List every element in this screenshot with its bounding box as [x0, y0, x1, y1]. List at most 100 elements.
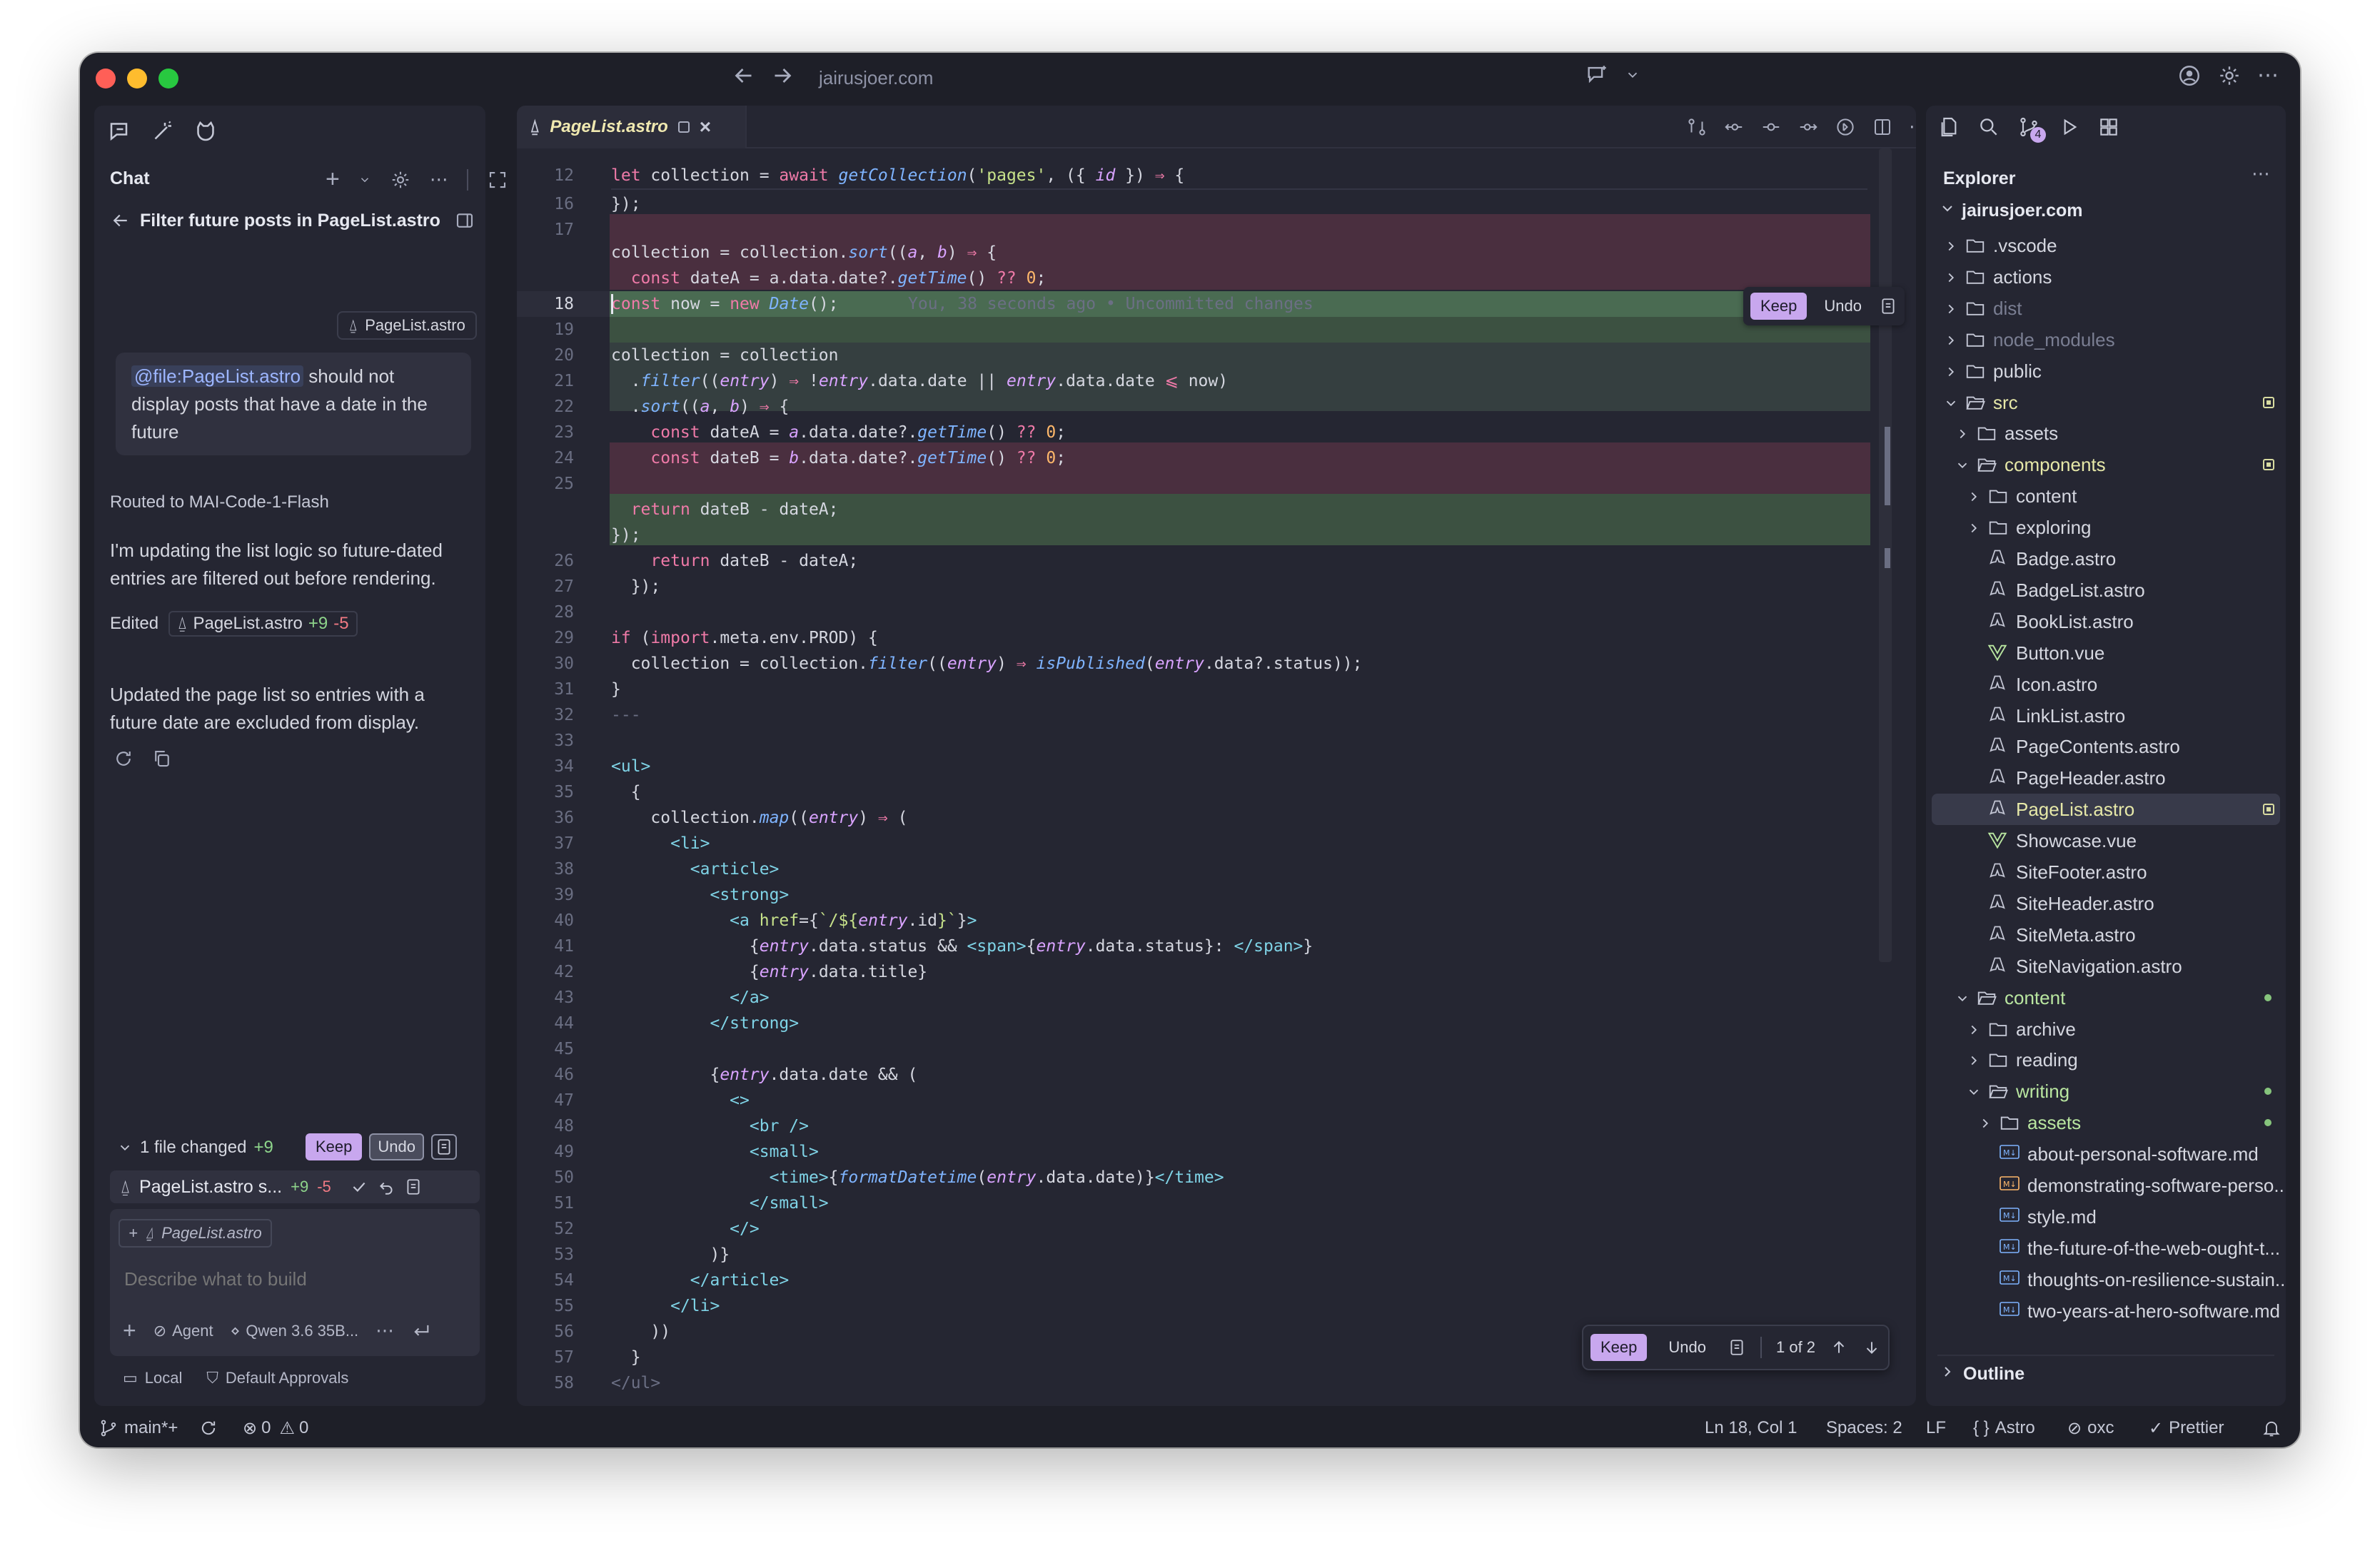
search-icon[interactable]	[1977, 116, 2000, 138]
sync-icon[interactable]	[198, 1418, 218, 1438]
account-icon[interactable]	[2177, 63, 2202, 88]
approvals-toggle[interactable]: ⛉ Default Approvals	[206, 1369, 348, 1387]
undo-icon[interactable]	[377, 1178, 395, 1196]
wand-icon[interactable]	[150, 118, 176, 144]
tree-item[interactable]: SiteNavigation.astro	[1926, 951, 2286, 982]
source-control-icon[interactable]: 4	[2017, 116, 2046, 143]
indentation[interactable]: Spaces: 2	[1826, 1418, 1902, 1438]
local-toggle[interactable]: ▭ Local	[123, 1369, 182, 1387]
tree-item[interactable]: Button.vue	[1926, 637, 2286, 669]
tree-item[interactable]: .vscode	[1926, 230, 2286, 261]
branch-indicator[interactable]: main*+	[99, 1418, 178, 1438]
tree-item[interactable]: SiteHeader.astro	[1926, 888, 2286, 919]
outline-section[interactable]: Outline	[1939, 1363, 2024, 1385]
problems-indicator[interactable]: ⊗ 0 ⚠ 0	[243, 1418, 308, 1439]
more-icon[interactable]: ⋯	[2252, 163, 2270, 185]
undo-all-button[interactable]: Undo	[369, 1133, 424, 1160]
tree-item[interactable]: assets	[1926, 1107, 2286, 1138]
tree-item[interactable]: PageList.astro	[1932, 794, 2280, 826]
tree-item[interactable]: M↓ thoughts-on-resilience-sustain...	[1926, 1264, 2286, 1295]
open-diff-icon[interactable]	[1728, 1338, 1746, 1357]
check-icon[interactable]	[350, 1178, 368, 1196]
files-icon[interactable]	[1937, 116, 1960, 138]
chevron-down-icon[interactable]	[1625, 63, 1640, 87]
window-title[interactable]: jairusjoer.com	[819, 67, 933, 89]
attachment-chip[interactable]: ⍙ PageList.astro	[337, 311, 477, 340]
split-editor-icon[interactable]	[1872, 116, 1893, 138]
tree-item[interactable]: PageContents.astro	[1926, 731, 2286, 762]
forward-arrow-icon[interactable]	[770, 63, 795, 88]
minimize-window-button[interactable]	[127, 69, 147, 88]
close-icon[interactable]: ×	[700, 116, 711, 138]
context-chip[interactable]: + ⍙ PageList.astro	[119, 1219, 272, 1248]
arrow-down-icon[interactable]	[1862, 1338, 1881, 1357]
copy-icon[interactable]	[151, 748, 173, 769]
more-icon[interactable]: ⋯	[2257, 63, 2279, 88]
close-window-button[interactable]	[96, 69, 116, 88]
gear-icon[interactable]	[2217, 63, 2242, 88]
tree-item[interactable]: writing	[1926, 1076, 2286, 1107]
tree-item[interactable]: assets	[1926, 418, 2286, 449]
more-icon[interactable]: ⋯	[1909, 116, 1916, 138]
file-mention[interactable]: @file:PageList.astro	[131, 365, 304, 387]
inline-keep-button[interactable]: Keep	[1750, 293, 1807, 320]
maximize-icon[interactable]	[487, 169, 508, 191]
tree-item[interactable]: public	[1926, 355, 2286, 387]
tree-item[interactable]: reading	[1926, 1044, 2286, 1076]
tree-item[interactable]: archive	[1926, 1013, 2286, 1045]
tree-item[interactable]: M↓ about-personal-software.md	[1926, 1138, 2286, 1170]
tree-item[interactable]: SiteMeta.astro	[1926, 919, 2286, 951]
new-chat-icon[interactable]: +	[326, 166, 340, 193]
keep-button[interactable]: Keep	[1590, 1334, 1648, 1361]
commit-icon[interactable]	[1760, 116, 1782, 138]
tree-item[interactable]: M↓ two-years-at-hero-software.md	[1926, 1295, 2286, 1327]
tab-pagelist[interactable]: ⍙ PageList.astro ×	[517, 106, 747, 148]
mode-picker[interactable]: ⊘ Agent	[153, 1322, 213, 1340]
inline-undo-button[interactable]: Undo	[1817, 293, 1869, 320]
gear-icon[interactable]	[390, 169, 411, 191]
tree-item[interactable]: SiteFooter.astro	[1926, 856, 2286, 888]
extensions-icon[interactable]	[2097, 116, 2120, 138]
tree-item[interactable]: exploring	[1926, 512, 2286, 543]
undo-button[interactable]: Undo	[1661, 1334, 1713, 1361]
tree-item[interactable]: M↓ the-future-of-the-web-ought-t...	[1926, 1233, 2286, 1264]
open-diff-icon[interactable]	[404, 1178, 423, 1196]
retry-icon[interactable]	[113, 748, 134, 769]
add-icon[interactable]: +	[123, 1317, 136, 1344]
model-picker[interactable]: ⋄ Qwen 3.6 35B...	[231, 1322, 359, 1340]
cursor-position[interactable]: Ln 18, Col 1	[1705, 1418, 1797, 1438]
sidebar-toggle-icon[interactable]	[454, 210, 475, 231]
copilot-icon[interactable]	[193, 118, 218, 144]
tree-item[interactable]: src	[1926, 387, 2286, 418]
tree-item[interactable]: dist	[1926, 293, 2286, 324]
more-icon[interactable]: ⋯	[430, 168, 448, 191]
tree-item[interactable]: Badge.astro	[1926, 543, 2286, 575]
formatter-status[interactable]: ✓ Prettier	[2149, 1418, 2224, 1439]
more-icon[interactable]: ⋯	[375, 1320, 394, 1342]
line-ending[interactable]: LF	[1926, 1418, 1946, 1438]
chat-input[interactable]	[124, 1265, 465, 1293]
chevron-down-icon[interactable]	[117, 1138, 133, 1158]
linter-status[interactable]: ⊘ oxc	[2067, 1418, 2114, 1439]
tree-item[interactable]: BookList.astro	[1926, 606, 2286, 637]
run-debug-icon[interactable]	[2057, 116, 2080, 138]
chat-sparkle-icon[interactable]	[107, 118, 133, 144]
chat-toggle-icon[interactable]	[1585, 63, 1609, 87]
tree-item[interactable]: node_modules	[1926, 324, 2286, 355]
edited-file-chip[interactable]: ⍙ PageList.astro +9 -5	[168, 611, 358, 637]
compare-changes-icon[interactable]	[1686, 116, 1708, 138]
changed-file-row[interactable]: ⍙ PageList.astro s... +9 -5	[110, 1170, 480, 1203]
tree-item[interactable]: PageHeader.astro	[1926, 762, 2286, 794]
tree-item[interactable]: LinkList.astro	[1926, 700, 2286, 732]
code-area[interactable]: 12 let collection = await getCollection('…	[517, 148, 1916, 1406]
keep-all-button[interactable]: Keep	[306, 1133, 363, 1160]
tree-item[interactable]: M↓ style.md	[1926, 1201, 2286, 1233]
language-mode[interactable]: { } Astro	[1973, 1418, 2035, 1438]
tree-item[interactable]: Icon.astro	[1926, 669, 2286, 700]
tree-item[interactable]: content	[1926, 480, 2286, 512]
tree-item[interactable]: actions	[1926, 261, 2286, 293]
arrow-up-icon[interactable]	[1830, 1338, 1848, 1357]
tree-item[interactable]: Showcase.vue	[1926, 825, 2286, 856]
tree-item[interactable]: BadgeList.astro	[1926, 575, 2286, 606]
explorer-root[interactable]: jairusjoer.com	[1939, 200, 2083, 222]
